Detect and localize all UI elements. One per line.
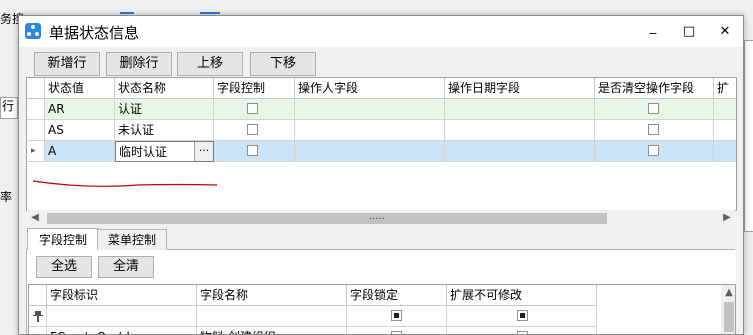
column-header[interactable]: 字段名称 bbox=[197, 285, 347, 306]
row-header[interactable] bbox=[29, 327, 47, 334]
maximize-button[interactable]: □ bbox=[671, 16, 707, 47]
scrollbar-thumb[interactable] bbox=[724, 302, 734, 332]
splitter-handle[interactable]: ····· bbox=[369, 214, 385, 225]
move-up-button[interactable]: 上移 bbox=[177, 52, 243, 76]
row-header-corner bbox=[29, 285, 47, 306]
scroll-left-icon[interactable]: ◀ bbox=[27, 210, 43, 226]
close-button[interactable]: ✕ bbox=[707, 16, 743, 47]
filter-readonly-checkbox[interactable] bbox=[517, 310, 528, 321]
select-all-button[interactable]: 全选 bbox=[36, 256, 92, 278]
add-row-button[interactable]: 新增行 bbox=[34, 52, 100, 76]
tab-menu-control[interactable]: 菜单控制 bbox=[97, 229, 167, 251]
clear-all-button[interactable]: 全清 bbox=[98, 256, 154, 278]
status-info-dialog: 单据状态信息 _ □ ✕ 新增行 删除行 上移 下移 状态值 状态名称 字段控制… bbox=[18, 15, 744, 335]
column-header[interactable]: 字段标识 bbox=[47, 285, 197, 306]
column-header[interactable]: 扩展不可修改 bbox=[447, 285, 597, 306]
field-id-cell[interactable]: FCreateOrgId bbox=[47, 327, 197, 334]
filter-cell-lock[interactable] bbox=[347, 306, 447, 327]
scroll-up-icon[interactable]: ▲ bbox=[721, 285, 735, 301]
tab-field-control[interactable]: 字段控制 bbox=[27, 228, 99, 251]
filter-cell-readonly[interactable] bbox=[447, 306, 597, 327]
filter-row[interactable] bbox=[29, 306, 735, 327]
filter-cell-name[interactable] bbox=[197, 306, 347, 327]
background-accent-line bbox=[120, 12, 134, 14]
dialog-title: 单据状态信息 bbox=[49, 24, 140, 42]
app-icon bbox=[25, 23, 41, 39]
field-lock-checkbox[interactable] bbox=[391, 331, 402, 334]
minimize-button[interactable]: _ bbox=[635, 16, 671, 43]
field-grid: 字段标识 字段名称 字段锁定 扩展不可修改 FCreateOrgId 物料.创建 bbox=[28, 284, 736, 334]
field-readonly-cell[interactable] bbox=[447, 327, 597, 334]
status-grid: 状态值 状态名称 字段控制 操作人字段 操作日期字段 是否清空操作字段 扩 AR… bbox=[26, 77, 737, 211]
vertical-scrollbar[interactable]: ▲ bbox=[721, 285, 735, 334]
filter-row-header bbox=[29, 306, 47, 327]
title-bar: 单据状态信息 _ □ ✕ bbox=[19, 16, 743, 47]
background-accent-line-2 bbox=[200, 12, 220, 14]
background-panel-right bbox=[744, 40, 753, 232]
background-text-2: 率 bbox=[0, 190, 13, 204]
column-header[interactable]: 字段锁定 bbox=[347, 285, 447, 306]
move-down-button[interactable]: 下移 bbox=[250, 52, 316, 76]
table-row[interactable]: FCreateOrgId 物料.创建组织 bbox=[29, 327, 735, 334]
red-annotation-underline bbox=[32, 180, 218, 187]
scrollbar-thumb[interactable] bbox=[47, 213, 607, 224]
field-lock-cell[interactable] bbox=[347, 327, 447, 334]
field-name-cell[interactable]: 物料.创建组织 bbox=[197, 327, 347, 334]
scroll-right-icon[interactable]: ▶ bbox=[719, 210, 735, 226]
background-text-3: 行 bbox=[2, 99, 15, 113]
field-readonly-checkbox[interactable] bbox=[517, 331, 528, 334]
filter-cell-id[interactable] bbox=[47, 306, 197, 327]
field-grid-header-row: 字段标识 字段名称 字段锁定 扩展不可修改 bbox=[29, 285, 735, 306]
filter-lock-checkbox[interactable] bbox=[391, 310, 402, 321]
delete-row-button[interactable]: 删除行 bbox=[106, 52, 172, 76]
pin-icon bbox=[33, 311, 43, 322]
